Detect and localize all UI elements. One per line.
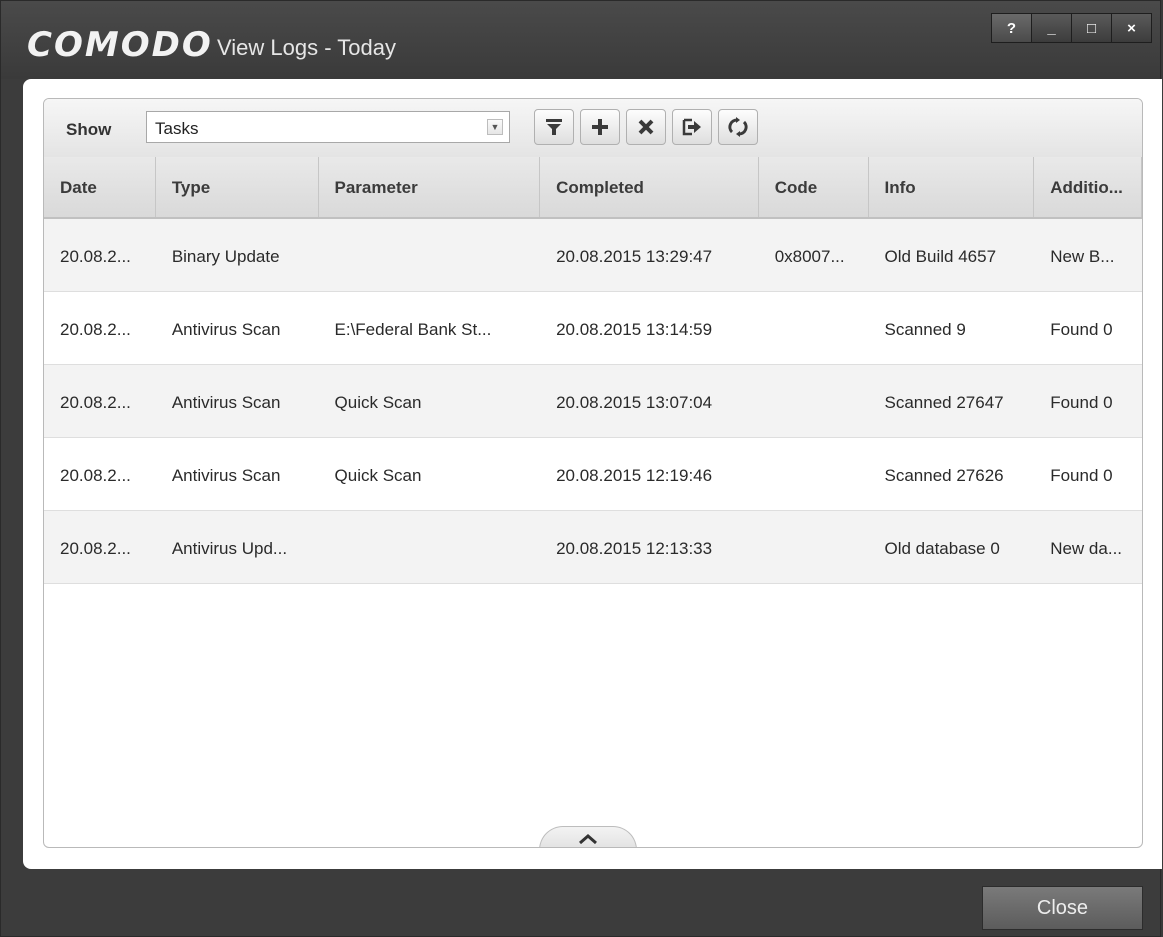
- cell-parameter: [319, 219, 541, 291]
- export-icon: [682, 118, 701, 136]
- cell-type: Antivirus Scan: [171, 466, 281, 485]
- toolbar-buttons: [534, 109, 764, 145]
- refresh-button[interactable]: [718, 109, 758, 145]
- cell-completed: 20.08.2015 12:13:33: [556, 539, 713, 558]
- cell-info: Old database 0: [884, 539, 1000, 558]
- window-controls: ? _ □ ×: [991, 13, 1152, 43]
- cell-code: [759, 511, 869, 583]
- comodo-logo: COMODO: [27, 25, 213, 65]
- cell-parameter: Quick Scan: [334, 393, 422, 412]
- close-button[interactable]: Close: [982, 886, 1143, 930]
- window-title: View Logs - Today: [217, 35, 396, 60]
- cell-code: [759, 438, 869, 510]
- column-header-completed[interactable]: Completed: [540, 157, 759, 217]
- logs-toolbar: Show Tasks ▼: [44, 99, 1142, 158]
- cell-date: 20.08.2...: [60, 539, 131, 558]
- minimize-button[interactable]: _: [1031, 13, 1072, 43]
- table-row[interactable]: 20.08.2... Binary Update 20.08.2015 13:2…: [44, 219, 1142, 292]
- show-dropdown-value: Tasks: [155, 119, 199, 138]
- cell-info: Scanned 9: [884, 320, 966, 339]
- cell-parameter: Quick Scan: [334, 466, 422, 485]
- dropdown-arrow-icon[interactable]: ▼: [487, 119, 503, 135]
- cell-additional: Found 0: [1050, 320, 1113, 339]
- cell-additional: New B...: [1050, 247, 1115, 266]
- table-row[interactable]: 20.08.2... Antivirus Scan Quick Scan 20.…: [44, 365, 1142, 438]
- table-row[interactable]: 20.08.2... Antivirus Scan E:\Federal Ban…: [44, 292, 1142, 365]
- cell-date: 20.08.2...: [60, 320, 131, 339]
- cell-completed: 20.08.2015 13:14:59: [556, 320, 713, 339]
- cell-completed: 20.08.2015 12:19:46: [556, 466, 713, 485]
- content-area: Show Tasks ▼ Date Type Parameter Complet…: [23, 79, 1162, 869]
- column-header-additional[interactable]: Additio...: [1034, 157, 1142, 217]
- table-header: Date Type Parameter Completed Code Info …: [44, 157, 1142, 219]
- maximize-button[interactable]: □: [1071, 13, 1112, 43]
- cell-date: 20.08.2...: [60, 466, 131, 485]
- cell-type: Antivirus Scan: [171, 320, 281, 339]
- column-header-code[interactable]: Code: [759, 157, 869, 217]
- cell-additional: Found 0: [1050, 466, 1113, 485]
- table-body: 20.08.2... Binary Update 20.08.2015 13:2…: [44, 219, 1142, 584]
- cell-code: [759, 365, 869, 437]
- table-row[interactable]: 20.08.2... Antivirus Scan Quick Scan 20.…: [44, 438, 1142, 511]
- cell-type: Antivirus Upd...: [171, 539, 288, 558]
- cell-code: [759, 292, 869, 364]
- collapse-panel-button[interactable]: [539, 826, 637, 847]
- cell-info: Old Build 4657: [884, 247, 997, 266]
- column-header-info[interactable]: Info: [869, 157, 1035, 217]
- filter-button[interactable]: [534, 109, 574, 145]
- cell-completed: 20.08.2015 13:07:04: [556, 393, 713, 412]
- refresh-icon: [728, 117, 748, 137]
- chevron-up-icon: [579, 833, 597, 844]
- cell-parameter: [319, 511, 541, 583]
- help-button[interactable]: ?: [991, 13, 1032, 43]
- cell-code: 0x8007...: [774, 247, 845, 266]
- filter-icon: [546, 119, 562, 135]
- cell-date: 20.08.2...: [60, 393, 131, 412]
- cell-completed: 20.08.2015 13:29:47: [556, 247, 713, 266]
- delete-icon: [638, 119, 654, 135]
- column-header-parameter[interactable]: Parameter: [319, 157, 541, 217]
- column-header-date[interactable]: Date: [44, 157, 156, 217]
- cell-type: Antivirus Scan: [171, 393, 281, 412]
- close-window-button[interactable]: ×: [1111, 13, 1152, 43]
- cell-date: 20.08.2...: [60, 247, 131, 266]
- show-dropdown[interactable]: Tasks ▼: [146, 111, 510, 143]
- cell-additional: Found 0: [1050, 393, 1113, 412]
- cell-type: Binary Update: [171, 247, 280, 266]
- add-icon: [592, 119, 608, 135]
- export-button[interactable]: [672, 109, 712, 145]
- cell-info: Scanned 27647: [884, 393, 1004, 412]
- show-label: Show: [66, 120, 112, 139]
- cell-parameter: E:\Federal Bank St...: [334, 320, 492, 339]
- title-bar[interactable]: COMODO View Logs - Today ? _ □ ×: [1, 1, 1160, 79]
- add-button[interactable]: [580, 109, 620, 145]
- logs-panel: Show Tasks ▼ Date Type Parameter Complet…: [43, 98, 1143, 848]
- delete-button[interactable]: [626, 109, 666, 145]
- cell-info: Scanned 27626: [884, 466, 1004, 485]
- view-logs-window: COMODO View Logs - Today ? _ □ × Show Ta…: [0, 0, 1162, 937]
- column-header-type[interactable]: Type: [156, 157, 319, 217]
- table-row[interactable]: 20.08.2... Antivirus Upd... 20.08.2015 1…: [44, 511, 1142, 584]
- cell-additional: New da...: [1050, 539, 1123, 558]
